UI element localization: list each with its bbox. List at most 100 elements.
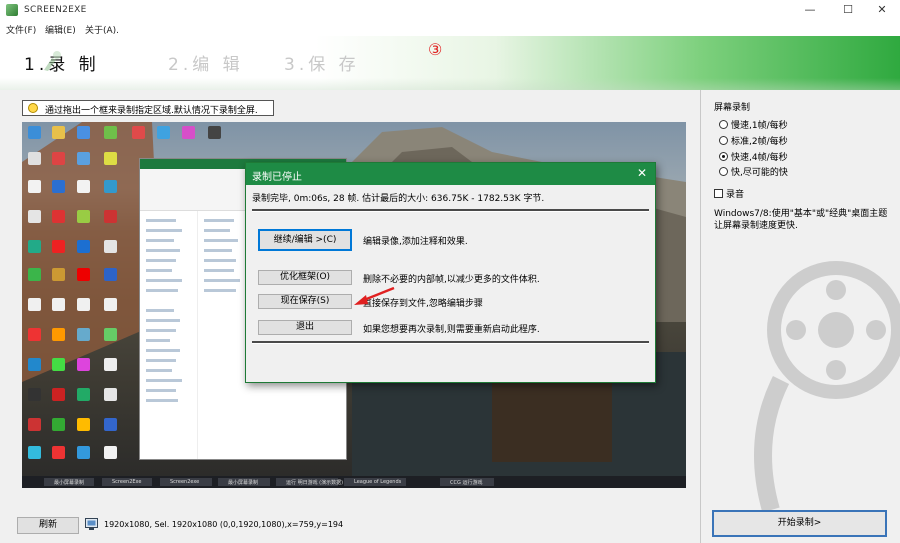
menu-edit[interactable]: 编辑(E): [45, 23, 76, 36]
continue-edit-button[interactable]: 继续/编辑 >(C): [258, 229, 352, 251]
desktop-icon[interactable]: [104, 388, 117, 401]
desktop-icon[interactable]: [77, 210, 90, 223]
separator: [252, 341, 649, 344]
desktop-icon[interactable]: [77, 298, 90, 311]
film-reel-icon: [754, 261, 900, 513]
dialog-title: 录制已停止: [252, 172, 302, 183]
desktop-icon[interactable]: [104, 268, 117, 281]
desktop-icon[interactable]: [77, 268, 90, 281]
close-button[interactable]: ✕: [864, 0, 900, 21]
desktop-icon[interactable]: [52, 240, 65, 253]
hint-text: 通过拖出一个框来录制指定区域.默认情况下录制全屏.: [45, 106, 258, 116]
dialog-close-icon[interactable]: ✕: [637, 166, 647, 180]
desktop-icon[interactable]: [28, 358, 41, 371]
desktop-icon[interactable]: [52, 358, 65, 371]
window-title: SCREEN2EXE: [24, 5, 87, 15]
desktop-icon[interactable]: [157, 126, 170, 139]
desktop-icon[interactable]: [28, 418, 41, 431]
desktop-icon[interactable]: [104, 328, 117, 341]
menu-file[interactable]: 文件(F): [6, 23, 36, 36]
desktop-icon[interactable]: [52, 152, 65, 165]
desktop-icon[interactable]: [104, 358, 117, 371]
desktop-icon[interactable]: [77, 328, 90, 341]
start-recording-button[interactable]: 开始录制>: [712, 510, 887, 537]
radio-icon: [719, 136, 728, 145]
radio-icon: [719, 120, 728, 129]
exit-button[interactable]: 退出: [258, 320, 352, 335]
monitor-icon[interactable]: [85, 518, 98, 531]
desktop-icon[interactable]: [104, 418, 117, 431]
minimize-button[interactable]: —: [792, 0, 828, 21]
step-header: 1.录 制 2.编 辑 3.保 存 ③: [0, 36, 900, 90]
desktop-icon[interactable]: [208, 126, 221, 139]
desktop-icon[interactable]: [28, 268, 41, 281]
radio-icon: [719, 167, 728, 176]
desktop-icon[interactable]: [104, 210, 117, 223]
radio-selected-icon: [719, 152, 728, 161]
screen-info: 1920x1080, Sel. 1920x1080 (0,0,1920,1080…: [104, 520, 344, 529]
preview-taskbar: 最小屏幕录制 Screen2Exe Screen2exe 最小屏幕录制 运行 明…: [22, 476, 686, 488]
desktop-icon[interactable]: [104, 180, 117, 193]
brush-icon: [44, 51, 61, 71]
desktop-icon[interactable]: [28, 446, 41, 459]
desktop-icon[interactable]: [28, 152, 41, 165]
desktop-icon[interactable]: [28, 180, 41, 193]
checkbox-icon: [714, 189, 723, 198]
speed-option-fastest[interactable]: 快,尽可能的快: [719, 165, 788, 178]
desktop-icon[interactable]: [52, 126, 65, 139]
screen-record-title: 屏幕录制: [714, 103, 751, 113]
desktop-icon[interactable]: [52, 418, 65, 431]
desktop-icon[interactable]: [77, 152, 90, 165]
desktop-icon[interactable]: [77, 388, 90, 401]
menu-bar: 文件(F) 编辑(E) 关于(A).: [0, 21, 900, 36]
recording-stopped-dialog: 录制已停止 ✕ 录制完毕, 0m:06s, 28 帧. 估计最后的大小: 636…: [245, 162, 656, 383]
dialog-title-bar: 录制已停止 ✕: [246, 163, 655, 185]
desktop-icon[interactable]: [104, 446, 117, 459]
settings-panel: 屏幕录制 慢速,1帧/每秒 标准,2帧/每秒 快速,4帧/每秒 快,尽可能的快 …: [700, 90, 900, 543]
speed-option-fast[interactable]: 快速,4帧/每秒: [719, 150, 788, 163]
desktop-icon[interactable]: [52, 268, 65, 281]
desktop-icon[interactable]: [77, 240, 90, 253]
desktop-icon[interactable]: [52, 388, 65, 401]
desktop-icon[interactable]: [77, 358, 90, 371]
save-now-button[interactable]: 现在保存(S): [258, 294, 352, 309]
record-audio-checkbox[interactable]: 录音: [714, 187, 744, 200]
desktop-icon[interactable]: [52, 328, 65, 341]
desktop-icon[interactable]: [182, 126, 195, 139]
windows-theme-note: Windows7/8:使用"基本"或"经典"桌面主题让屏幕录制速度更快.: [714, 209, 888, 231]
continue-edit-description: 编辑录像,添加注释和效果.: [363, 237, 468, 247]
lightbulb-icon: [28, 103, 38, 113]
desktop-icon[interactable]: [28, 388, 41, 401]
speed-option-slow[interactable]: 慢速,1帧/每秒: [719, 118, 788, 131]
desktop-icon[interactable]: [28, 328, 41, 341]
optimize-frames-button[interactable]: 优化框架(O): [258, 270, 352, 285]
app-icon: [6, 4, 18, 16]
desktop-icon[interactable]: [104, 240, 117, 253]
desktop-icon[interactable]: [28, 210, 41, 223]
desktop-icon[interactable]: [28, 298, 41, 311]
desktop-icon[interactable]: [77, 446, 90, 459]
hint-box: 通过拖出一个框来录制指定区域.默认情况下录制全屏.: [22, 100, 274, 116]
desktop-icon[interactable]: [28, 126, 41, 139]
maximize-button[interactable]: ☐: [830, 0, 866, 21]
optimize-frames-description: 删除不必要的内部帧,以减少更多的文件体积.: [363, 275, 540, 285]
desktop-icon[interactable]: [77, 126, 90, 139]
desktop-icon[interactable]: [28, 240, 41, 253]
annotation-marker: ③: [428, 40, 443, 59]
desktop-icon[interactable]: [52, 210, 65, 223]
refresh-button[interactable]: 刷新: [17, 517, 79, 534]
desktop-icon[interactable]: [52, 298, 65, 311]
desktop-icon[interactable]: [104, 126, 117, 139]
menu-about[interactable]: 关于(A).: [85, 23, 119, 36]
desktop-icon[interactable]: [104, 298, 117, 311]
step-edit: 2.编 辑: [168, 55, 244, 75]
desktop-icon[interactable]: [77, 180, 90, 193]
desktop-icon[interactable]: [52, 446, 65, 459]
desktop-icon[interactable]: [52, 180, 65, 193]
speed-option-standard[interactable]: 标准,2帧/每秒: [719, 134, 788, 147]
desktop-icon[interactable]: [132, 126, 145, 139]
desktop-icon[interactable]: [104, 152, 117, 165]
exit-description: 如果您想要再次录制,则需要重新启动此程序.: [363, 325, 540, 335]
desktop-icon[interactable]: [77, 418, 90, 431]
title-bar: SCREEN2EXE — ☐ ✕: [0, 0, 900, 21]
